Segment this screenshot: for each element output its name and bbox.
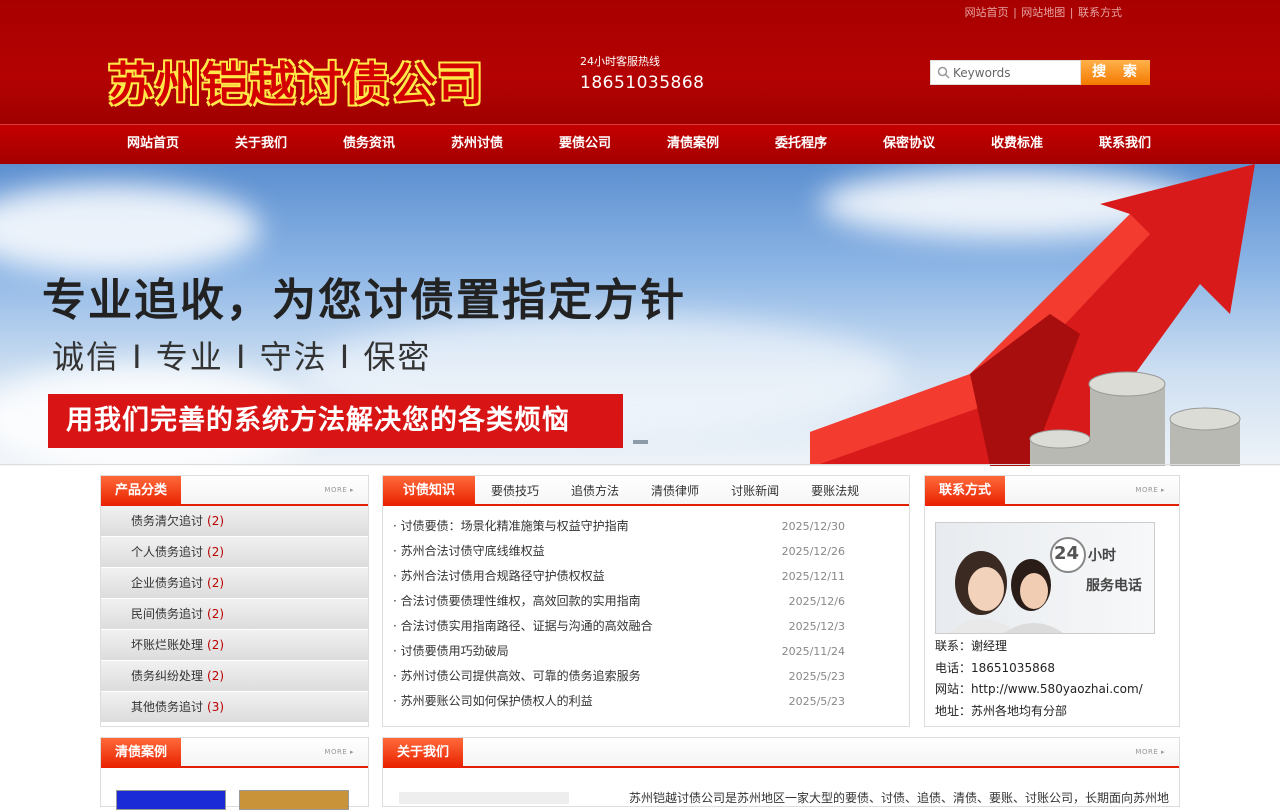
category-item[interactable]: 债务清欠追讨 (2) [101,506,368,537]
category-item[interactable]: 其他债务追讨 (3) [101,692,368,723]
category-list: 债务清欠追讨 (2) 个人债务追讨 (2) 企业债务追讨 (2) 民间债务追讨 (2) … [101,506,368,723]
panel-header: 产品分类 MORE ▸ [101,476,368,506]
tab-recovery-methods[interactable]: 追债方法 [555,476,635,506]
tab-lawyers[interactable]: 清债律师 [635,476,715,506]
photo-text-line2: 服务电话 [1086,578,1142,594]
top-links: 网站首页 | 网站地图 | 联系方式 [964,6,1122,19]
banner-slogan-bar: 用我们完善的系统方法解决您的各类烦恼 [48,394,623,448]
category-item[interactable]: 坏账烂账处理 (2) [101,630,368,661]
banner-slide-indicator[interactable] [633,440,648,444]
nav-item-privacy[interactable]: 保密协议 [855,125,963,164]
news-tabs-header: 讨债知识 要债技巧 追债方法 清债律师 讨账新闻 要账法规 [383,476,909,506]
photo-text-line1: 小时 [1088,548,1116,564]
panel-title: 清债案例 [101,738,182,768]
panel-header: 清债案例 MORE ▸ [101,738,368,768]
nav-item-debt-news[interactable]: 债务资讯 [315,125,423,164]
cloud-decoration [0,184,260,274]
case-thumbnail[interactable] [239,790,349,810]
panel-header: 联系方式 MORE ▸ [925,476,1179,506]
case-thumbnail[interactable] [116,790,226,810]
banner-title: 专业追收，为您讨债置指定方针 [42,275,686,326]
cases-panel: 清债案例 MORE ▸ [100,737,369,810]
news-item[interactable]: · 合法讨债要债理性维权，高效回款的实用指南 2025/12/6 [383,589,909,614]
product-category-panel: 产品分类 MORE ▸ 债务清欠追讨 (2) 个人债务追讨 (2) 企业债务追讨 (2… [100,475,369,727]
photo-badge: 24 [1054,543,1080,564]
category-item[interactable]: 个人债务追讨 (2) [101,537,368,568]
panel-title: 联系方式 [925,476,1006,506]
news-item[interactable]: · 苏州要账公司如何保护债权人的利益 2025/5/23 [383,689,909,714]
tab-news[interactable]: 讨账新闻 [715,476,795,506]
category-item[interactable]: 企业债务追讨 (2) [101,568,368,599]
contact-person: 联系：谢经理 [935,639,1008,653]
news-panel: 讨债知识 要债技巧 追债方法 清债律师 讨账新闻 要账法规 · 讨债要债：场景化… [382,475,910,727]
tab-regulations[interactable]: 要账法规 [795,476,875,506]
tab-debt-knowledge[interactable]: 讨债知识 [383,476,476,506]
banner-subtitle: 诚信 I 专业 I 守法 I 保密 [52,338,432,376]
tab-debt-tips[interactable]: 要债技巧 [475,476,555,506]
search-input[interactable] [953,65,1073,80]
more-link[interactable]: MORE ▸ [324,486,354,494]
hotline: 24小时客服热线 18651035868 [580,53,704,93]
site-logo[interactable]: 苏州铠越讨债公司 [108,48,484,114]
hero-banner[interactable]: 专业追收，为您讨债置指定方针 诚信 I 专业 I 守法 I 保密 用我们完善的系… [0,164,1280,466]
top-link-home[interactable]: 网站首页 [965,6,1009,19]
about-image [399,792,569,804]
site-header: 网站首页 | 网站地图 | 联系方式 苏州铠越讨债公司 24小时客服热线 186… [0,0,1280,124]
nav-item-suzhou-debt[interactable]: 苏州讨债 [423,125,531,164]
nav-item-fees[interactable]: 收费标准 [963,125,1071,164]
contact-details: 联系：谢经理 电话：18651035868 网站：http://www.580y… [935,636,1143,722]
news-tabs: 讨债知识 要债技巧 追债方法 清债律师 讨账新闻 要账法规 [383,476,909,506]
nav-item-contact[interactable]: 联系我们 [1071,125,1179,164]
nav-item-company[interactable]: 要债公司 [531,125,639,164]
more-link[interactable]: MORE ▸ [1135,486,1165,494]
news-list: · 讨债要债：场景化精准施策与权益守护指南 2025/12/30 · 苏州合法讨债… [383,514,909,714]
main-nav: 网站首页 关于我们 债务资讯 苏州讨债 要债公司 清债案例 委托程序 保密协议 … [0,124,1280,164]
top-link-contact[interactable]: 联系方式 [1078,6,1122,19]
more-link[interactable]: MORE ▸ [324,748,354,756]
hotline-number: 18651035868 [580,73,705,93]
news-item[interactable]: · 苏州讨债公司提供高效、可靠的债务追索服务 2025/5/23 [383,664,909,689]
nav-item-cases[interactable]: 清债案例 [639,125,747,164]
contact-phone: 电话：18651035868 [935,660,1055,675]
search-bar: 搜 索 [930,60,1150,85]
category-item[interactable]: 民间债务追讨 (2) [101,599,368,630]
nav-item-home[interactable]: 网站首页 [99,125,207,164]
hotline-label: 24小时客服热线 [580,55,660,68]
category-item[interactable]: 债务纠纷处理 (2) [101,661,368,692]
search-button[interactable]: 搜 索 [1081,60,1150,85]
news-item[interactable]: · 苏州合法讨债守底线维权益 2025/12/26 [383,539,909,564]
panel-title: 关于我们 [383,738,464,768]
news-item[interactable]: · 讨债要债：场景化精准施策与权益守护指南 2025/12/30 [383,514,909,539]
contact-website[interactable]: 网站：http://www.580yaozhai.com/ [935,679,1143,701]
news-item[interactable]: · 合法讨债实用指南路径、证据与沟通的高效融合 2025/12/3 [383,614,909,639]
panel-title: 产品分类 [101,476,182,506]
contact-panel: 联系方式 MORE ▸ 24 小时 服务电话 联系：谢经理 电话：1865103… [924,475,1180,727]
news-item[interactable]: · 苏州合法讨债用合规路径守护债权权益 2025/12/11 [383,564,909,589]
customer-service-photo: 24 小时 服务电话 [935,522,1155,634]
search-box [930,60,1081,85]
contact-address: 地址：苏州各地均有分部 [935,703,1068,718]
about-text: 苏州铠越讨债公司是苏州地区一家大型的要债、讨债、追债、清债、要账、讨账公司，长期… [629,791,1170,805]
search-icon [937,66,950,79]
nav-item-about[interactable]: 关于我们 [207,125,315,164]
rising-arrow-coins-graphic [810,164,1255,466]
about-panel: 关于我们 MORE ▸ 苏州铠越讨债公司是苏州地区一家大型的要债、讨债、追债、清… [382,737,1180,807]
top-link-sitemap[interactable]: 网站地图 [1021,6,1065,19]
more-link[interactable]: MORE ▸ [1135,748,1165,756]
main-content: 产品分类 MORE ▸ 债务清欠追讨 (2) 个人债务追讨 (2) 企业债务追讨 (2… [0,464,1280,810]
nav-item-procedure[interactable]: 委托程序 [747,125,855,164]
news-item[interactable]: · 讨债要债用巧劲破局 2025/11/24 [383,639,909,664]
panel-header: 关于我们 MORE ▸ [383,738,1179,768]
